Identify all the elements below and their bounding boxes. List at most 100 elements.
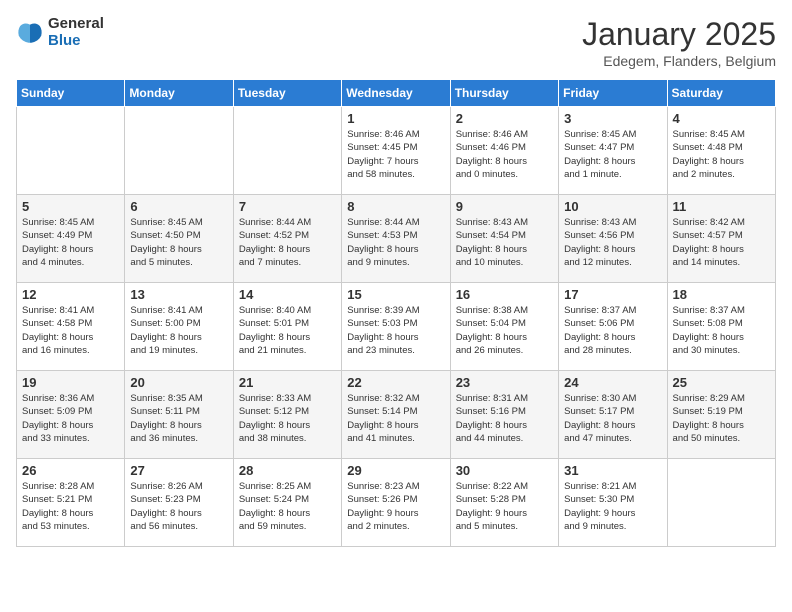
cell-info: Sunrise: 8:44 AM Sunset: 4:52 PM Dayligh… (239, 216, 336, 269)
calendar-cell: 16 Sunrise: 8:38 AM Sunset: 5:04 PM Dayli… (450, 283, 558, 371)
calendar-cell: 28 Sunrise: 8:25 AM Sunset: 5:24 PM Dayli… (233, 459, 341, 547)
cell-info: Sunrise: 8:38 AM Sunset: 5:04 PM Dayligh… (456, 304, 553, 357)
weekday-header-sunday: Sunday (17, 80, 125, 107)
day-number: 27 (130, 463, 227, 478)
day-number: 4 (673, 111, 770, 126)
title-area: January 2025 Edegem, Flanders, Belgium (582, 16, 776, 69)
calendar-cell: 22 Sunrise: 8:32 AM Sunset: 5:14 PM Dayli… (342, 371, 450, 459)
week-row-2: 5 Sunrise: 8:45 AM Sunset: 4:49 PM Daylig… (17, 195, 776, 283)
calendar-cell: 20Sunrise: 8:35 AM Sunset: 5:11 PM Dayli… (125, 371, 233, 459)
day-number: 31 (564, 463, 661, 478)
day-number: 11 (673, 199, 770, 214)
calendar-cell: 4 Sunrise: 8:45 AM Sunset: 4:48 PM Daylig… (667, 107, 775, 195)
day-number: 13 (130, 287, 227, 302)
logo-text: General Blue (48, 16, 104, 49)
week-row-1: 1 Sunrise: 8:46 AM Sunset: 4:45 PM Daylig… (17, 107, 776, 195)
cell-info: Sunrise: 8:41 AM Sunset: 4:58 PM Dayligh… (22, 304, 119, 357)
day-number: 9 (456, 199, 553, 214)
calendar-cell (125, 107, 233, 195)
cell-info: Sunrise: 8:36 AM Sunset: 5:09 PM Dayligh… (22, 392, 119, 445)
day-number: 3 (564, 111, 661, 126)
cell-info: Sunrise: 8:46 AM Sunset: 4:45 PM Dayligh… (347, 128, 444, 181)
cell-info: Sunrise: 8:25 AM Sunset: 5:24 PM Dayligh… (239, 480, 336, 533)
weekday-header-saturday: Saturday (667, 80, 775, 107)
calendar-cell: 23Sunrise: 8:31 AM Sunset: 5:16 PM Dayli… (450, 371, 558, 459)
cell-info: Sunrise: 8:28 AM Sunset: 5:21 PM Dayligh… (22, 480, 119, 533)
calendar-cell: 3Sunrise: 8:45 AM Sunset: 4:47 PM Daylig… (559, 107, 667, 195)
logo-blue-text: Blue (48, 33, 104, 50)
cell-info: Sunrise: 8:46 AM Sunset: 4:46 PM Dayligh… (456, 128, 553, 181)
calendar-cell: 14Sunrise: 8:40 AM Sunset: 5:01 PM Dayli… (233, 283, 341, 371)
day-number: 21 (239, 375, 336, 390)
day-number: 22 (347, 375, 444, 390)
calendar-cell: 25 Sunrise: 8:29 AM Sunset: 5:19 PM Dayli… (667, 371, 775, 459)
calendar-cell: 1 Sunrise: 8:46 AM Sunset: 4:45 PM Daylig… (342, 107, 450, 195)
calendar-cell: 17Sunrise: 8:37 AM Sunset: 5:06 PM Dayli… (559, 283, 667, 371)
cell-info: Sunrise: 8:45 AM Sunset: 4:49 PM Dayligh… (22, 216, 119, 269)
cell-info: Sunrise: 8:21 AM Sunset: 5:30 PM Dayligh… (564, 480, 661, 533)
calendar-cell: 7 Sunrise: 8:44 AM Sunset: 4:52 PM Daylig… (233, 195, 341, 283)
day-number: 24 (564, 375, 661, 390)
cell-info: Sunrise: 8:26 AM Sunset: 5:23 PM Dayligh… (130, 480, 227, 533)
day-number: 2 (456, 111, 553, 126)
calendar-cell: 31 Sunrise: 8:21 AM Sunset: 5:30 PM Dayli… (559, 459, 667, 547)
weekday-header-thursday: Thursday (450, 80, 558, 107)
day-number: 1 (347, 111, 444, 126)
calendar-cell: 19Sunrise: 8:36 AM Sunset: 5:09 PM Dayli… (17, 371, 125, 459)
day-number: 16 (456, 287, 553, 302)
calendar-cell: 11Sunrise: 8:42 AM Sunset: 4:57 PM Dayli… (667, 195, 775, 283)
calendar-cell (17, 107, 125, 195)
calendar-table: SundayMondayTuesdayWednesdayThursdayFrid… (16, 79, 776, 547)
location-text: Edegem, Flanders, Belgium (582, 53, 776, 69)
logo: General Blue (16, 16, 104, 49)
cell-info: Sunrise: 8:45 AM Sunset: 4:48 PM Dayligh… (673, 128, 770, 181)
cell-info: Sunrise: 8:44 AM Sunset: 4:53 PM Dayligh… (347, 216, 444, 269)
week-row-4: 19Sunrise: 8:36 AM Sunset: 5:09 PM Dayli… (17, 371, 776, 459)
day-number: 14 (239, 287, 336, 302)
calendar-cell (667, 459, 775, 547)
cell-info: Sunrise: 8:41 AM Sunset: 5:00 PM Dayligh… (130, 304, 227, 357)
cell-info: Sunrise: 8:30 AM Sunset: 5:17 PM Dayligh… (564, 392, 661, 445)
calendar-cell: 24 Sunrise: 8:30 AM Sunset: 5:17 PM Dayli… (559, 371, 667, 459)
weekday-header-friday: Friday (559, 80, 667, 107)
calendar-cell: 12 Sunrise: 8:41 AM Sunset: 4:58 PM Dayli… (17, 283, 125, 371)
calendar-cell: 8 Sunrise: 8:44 AM Sunset: 4:53 PM Daylig… (342, 195, 450, 283)
cell-info: Sunrise: 8:43 AM Sunset: 4:54 PM Dayligh… (456, 216, 553, 269)
day-number: 7 (239, 199, 336, 214)
week-row-5: 26 Sunrise: 8:28 AM Sunset: 5:21 PM Dayli… (17, 459, 776, 547)
week-row-3: 12 Sunrise: 8:41 AM Sunset: 4:58 PM Dayli… (17, 283, 776, 371)
cell-info: Sunrise: 8:33 AM Sunset: 5:12 PM Dayligh… (239, 392, 336, 445)
weekday-header-monday: Monday (125, 80, 233, 107)
calendar-cell: 18Sunrise: 8:37 AM Sunset: 5:08 PM Dayli… (667, 283, 775, 371)
cell-info: Sunrise: 8:45 AM Sunset: 4:50 PM Dayligh… (130, 216, 227, 269)
day-number: 26 (22, 463, 119, 478)
calendar-cell: 21 Sunrise: 8:33 AM Sunset: 5:12 PM Dayli… (233, 371, 341, 459)
day-number: 8 (347, 199, 444, 214)
day-number: 12 (22, 287, 119, 302)
page-header: General Blue January 2025 Edegem, Flande… (16, 16, 776, 69)
day-number: 15 (347, 287, 444, 302)
day-number: 20 (130, 375, 227, 390)
weekday-header-wednesday: Wednesday (342, 80, 450, 107)
day-number: 6 (130, 199, 227, 214)
cell-info: Sunrise: 8:29 AM Sunset: 5:19 PM Dayligh… (673, 392, 770, 445)
day-number: 25 (673, 375, 770, 390)
cell-info: Sunrise: 8:43 AM Sunset: 4:56 PM Dayligh… (564, 216, 661, 269)
cell-info: Sunrise: 8:31 AM Sunset: 5:16 PM Dayligh… (456, 392, 553, 445)
cell-info: Sunrise: 8:37 AM Sunset: 5:06 PM Dayligh… (564, 304, 661, 357)
month-title: January 2025 (582, 16, 776, 53)
calendar-cell: 15 Sunrise: 8:39 AM Sunset: 5:03 PM Dayli… (342, 283, 450, 371)
cell-info: Sunrise: 8:39 AM Sunset: 5:03 PM Dayligh… (347, 304, 444, 357)
day-number: 28 (239, 463, 336, 478)
cell-info: Sunrise: 8:32 AM Sunset: 5:14 PM Dayligh… (347, 392, 444, 445)
cell-info: Sunrise: 8:23 AM Sunset: 5:26 PM Dayligh… (347, 480, 444, 533)
calendar-cell: 6 Sunrise: 8:45 AM Sunset: 4:50 PM Daylig… (125, 195, 233, 283)
day-number: 10 (564, 199, 661, 214)
calendar-cell: 26 Sunrise: 8:28 AM Sunset: 5:21 PM Dayli… (17, 459, 125, 547)
calendar-cell: 10 Sunrise: 8:43 AM Sunset: 4:56 PM Dayli… (559, 195, 667, 283)
calendar-cell: 13 Sunrise: 8:41 AM Sunset: 5:00 PM Dayli… (125, 283, 233, 371)
day-number: 5 (22, 199, 119, 214)
day-number: 29 (347, 463, 444, 478)
cell-info: Sunrise: 8:37 AM Sunset: 5:08 PM Dayligh… (673, 304, 770, 357)
calendar-cell: 5 Sunrise: 8:45 AM Sunset: 4:49 PM Daylig… (17, 195, 125, 283)
